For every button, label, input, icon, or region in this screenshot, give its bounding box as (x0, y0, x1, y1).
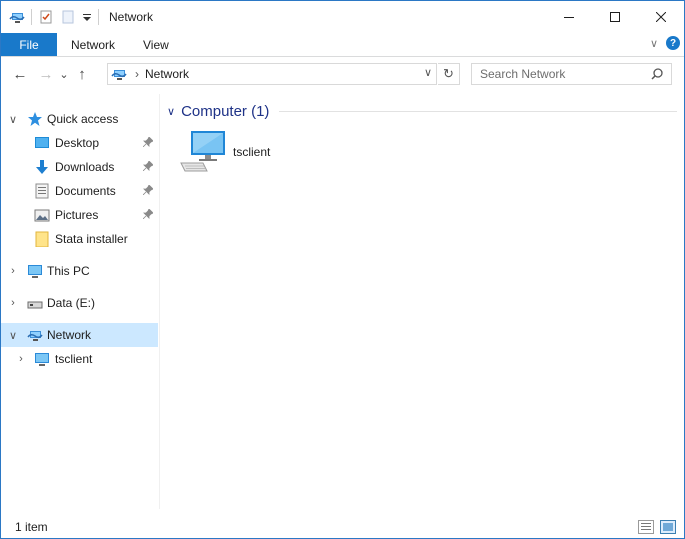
sidebar-item-label: tsclient (55, 352, 93, 366)
network-icon[interactable] (9, 9, 25, 25)
group-title: Computer (1) (181, 102, 270, 120)
properties-icon[interactable] (38, 9, 54, 25)
details-view-icon[interactable] (638, 520, 654, 534)
computer-icon (27, 263, 43, 279)
group-header-computer[interactable]: ∨ Computer (1) (167, 101, 677, 121)
computer-icon (34, 351, 50, 367)
desktop-folder-icon (34, 135, 50, 151)
chevron-down-icon[interactable]: ∨ (8, 329, 18, 342)
sidebar-item-label: Downloads (55, 160, 115, 174)
sidebar-item-this-pc[interactable]: › This PC (1, 259, 158, 283)
sidebar-item-label: Pictures (55, 208, 99, 222)
downloads-icon (34, 159, 50, 175)
star-icon (27, 111, 43, 127)
sidebar-item-desktop[interactable]: Desktop (1, 131, 158, 155)
sidebar-item-label: Documents (55, 184, 116, 198)
sidebar-item-label: Desktop (55, 136, 100, 150)
minimize-button[interactable] (546, 1, 592, 33)
drive-icon (27, 295, 43, 311)
navigation-pane: ∨ Quick access Desktop Downloads Documen… (1, 101, 159, 511)
navigation-bar: ← → ⌄ ↑ › Network ∨ ↻ (1, 58, 684, 90)
sidebar-item-label: Quick access (47, 112, 119, 126)
sidebar-item-label: Stata installer (55, 232, 128, 246)
tab-view[interactable]: View (129, 33, 183, 56)
pane-splitter[interactable] (159, 94, 160, 509)
sidebar-item-pictures[interactable]: Pictures (1, 203, 158, 227)
sidebar-item-label: Network (47, 328, 92, 342)
window-controls (546, 1, 684, 33)
title-bar: Network (1, 1, 684, 33)
pin-icon[interactable] (142, 183, 154, 198)
address-bar[interactable]: › Network ∨ (107, 63, 437, 85)
documents-icon (34, 183, 50, 199)
pin-icon[interactable] (142, 135, 154, 150)
sidebar-item-label: Data (E:) (47, 296, 96, 310)
network-icon (27, 327, 43, 343)
tab-network[interactable]: Network (57, 33, 129, 56)
chevron-right-icon[interactable]: › (8, 265, 18, 277)
recent-locations-button[interactable]: ⌄ (57, 63, 71, 85)
address-dropdown-icon[interactable]: ∨ (424, 66, 432, 79)
search-input[interactable] (480, 67, 650, 81)
file-item-label: tsclient (233, 145, 271, 159)
explorer-window: Network File Network View ∨ ? ← → ⌄ ↑ › … (0, 0, 685, 539)
maximize-button[interactable] (592, 1, 638, 33)
network-icon (111, 66, 127, 82)
expand-ribbon-icon[interactable]: ∨ (650, 37, 658, 50)
sidebar-item-data-drive[interactable]: › Data (E:) (1, 291, 158, 315)
pictures-icon (34, 207, 50, 223)
computer-icon (179, 129, 229, 175)
sidebar-item-network[interactable]: ∨ Network (1, 323, 158, 347)
large-icons-view-icon[interactable] (660, 520, 676, 534)
chevron-down-icon[interactable]: ∨ (167, 105, 175, 118)
breadcrumb[interactable]: Network (145, 67, 189, 81)
search-icon[interactable] (651, 68, 663, 80)
tab-file[interactable]: File (1, 33, 57, 56)
breadcrumb-separator[interactable]: › (135, 67, 139, 81)
search-box[interactable] (471, 63, 672, 85)
quick-access-toolbar (1, 1, 105, 33)
sidebar-item-stata-installer[interactable]: Stata installer (1, 227, 158, 251)
new-folder-icon[interactable] (60, 9, 76, 25)
window-title: Network (109, 10, 154, 24)
chevron-down-icon[interactable]: ∨ (8, 113, 18, 126)
forward-button[interactable]: → (35, 63, 57, 85)
group-divider (279, 110, 677, 112)
chevron-right-icon[interactable]: › (8, 297, 18, 309)
up-button[interactable]: ↑ (71, 63, 93, 85)
view-switcher (638, 520, 676, 534)
item-count: 1 item (15, 520, 48, 534)
back-button[interactable]: ← (9, 63, 31, 85)
customize-dropdown-icon[interactable] (82, 9, 92, 25)
help-icon[interactable]: ? (666, 36, 680, 50)
qat-separator (98, 9, 99, 25)
close-button[interactable] (638, 1, 684, 33)
refresh-button[interactable]: ↻ (438, 63, 460, 85)
folder-icon (34, 231, 50, 248)
pin-icon[interactable] (142, 207, 154, 222)
sidebar-item-documents[interactable]: Documents (1, 179, 158, 203)
sidebar-item-label: This PC (47, 264, 90, 278)
sidebar-item-tsclient[interactable]: › tsclient (1, 347, 158, 371)
pin-icon[interactable] (142, 159, 154, 174)
file-item-tsclient[interactable]: tsclient (179, 129, 289, 177)
ribbon-tabs: File Network View ∨ ? (1, 33, 684, 57)
status-bar: 1 item (1, 516, 684, 538)
sidebar-item-quick-access[interactable]: ∨ Quick access (1, 107, 158, 131)
ribbon-controls: ∨ ? (650, 36, 680, 50)
chevron-right-icon[interactable]: › (16, 353, 26, 365)
sidebar-item-downloads[interactable]: Downloads (1, 155, 158, 179)
qat-separator (31, 9, 32, 25)
